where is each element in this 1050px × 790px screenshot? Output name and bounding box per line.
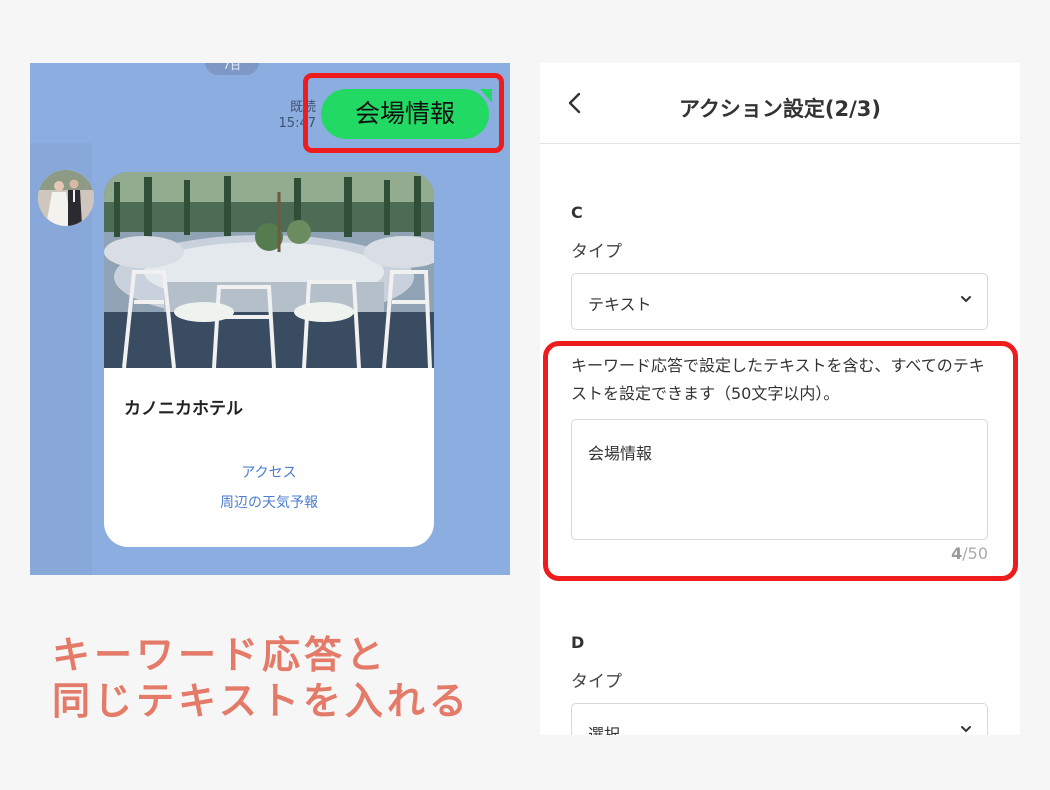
action-settings-panel: アクション設定(2/3) C タイプ テキスト キーワード応答で設定したテキスト… bbox=[540, 63, 1020, 735]
section-d-type-select[interactable]: 選択 bbox=[571, 703, 988, 735]
section-d-type-value: 選択 bbox=[588, 725, 621, 735]
section-d-label: D bbox=[571, 633, 585, 652]
char-counter: 4/50 bbox=[951, 544, 988, 563]
section-d-type-label: タイプ bbox=[571, 672, 622, 692]
card-link-weather[interactable]: 周辺の天気予報 bbox=[104, 492, 434, 512]
section-c-type-value: テキスト bbox=[588, 295, 652, 314]
venue-photo bbox=[104, 172, 434, 368]
caption-line-2: 同じテキストを入れる bbox=[52, 679, 471, 723]
date-pill: 7日 bbox=[205, 63, 259, 75]
section-c-label: C bbox=[571, 203, 583, 222]
panel-header: アクション設定(2/3) bbox=[540, 63, 1020, 144]
card-link-access[interactable]: アクセス bbox=[104, 462, 434, 482]
section-c-type-select[interactable]: テキスト bbox=[571, 273, 988, 330]
instruction-caption: キーワード応答と 同じテキストを入れる bbox=[52, 632, 471, 724]
section-c-text-input[interactable]: 会場情報 bbox=[571, 419, 988, 540]
section-c-text-value: 会場情報 bbox=[588, 444, 653, 463]
page-title: アクション設定(2/3) bbox=[678, 97, 882, 121]
rich-message-card[interactable]: カノニカホテル アクセス 周辺の天気予報 bbox=[104, 172, 434, 547]
text-help: キーワード応答で設定したテキストを含む、すべてのテキストを設定できます（50文字… bbox=[571, 356, 985, 403]
message-highlight-box bbox=[303, 73, 504, 153]
card-title: カノニカホテル bbox=[124, 399, 243, 419]
chevron-down-icon bbox=[961, 726, 971, 733]
chevron-down-icon bbox=[961, 296, 971, 303]
char-max: /50 bbox=[962, 544, 988, 563]
avatar bbox=[38, 170, 94, 226]
char-count: 4 bbox=[951, 544, 963, 563]
caption-line-1: キーワード応答と bbox=[52, 633, 389, 677]
section-c-type-label: タイプ bbox=[571, 242, 622, 262]
